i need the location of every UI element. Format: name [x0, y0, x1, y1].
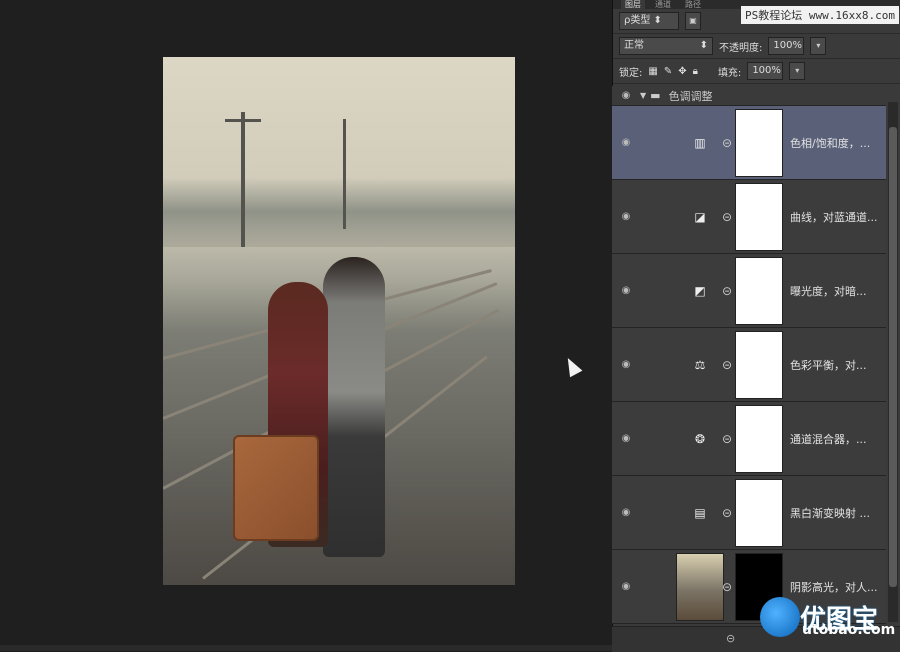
utility-pole: [343, 119, 346, 229]
layer-name: 通道混合器，...: [790, 432, 867, 446]
horizontal-scrollbar[interactable]: [0, 645, 612, 651]
opacity-dropdown-icon[interactable]: ▾: [810, 37, 827, 55]
group-expand-icon[interactable]: ▼: [640, 91, 646, 100]
link-icon[interactable]: ⊝: [722, 358, 732, 372]
layer-mask-thumbnail[interactable]: [735, 182, 783, 251]
filter-label: ρ类型: [624, 15, 651, 26]
exposure-icon: ◩: [694, 283, 706, 298]
utility-pole: [241, 112, 245, 247]
visibility-eye-icon[interactable]: ◉: [612, 90, 640, 101]
layer-name: 色彩平衡，对...: [790, 358, 867, 372]
link-icon[interactable]: ⊝: [722, 432, 732, 446]
layer-mask-thumbnail[interactable]: [735, 330, 783, 399]
blend-row: 正常 ⬍ 不透明度: 100% ▾: [613, 34, 900, 59]
photo-haze: [163, 177, 515, 247]
lock-move-icon[interactable]: ✥: [678, 66, 686, 77]
layers-list: ◉ ▼ ▬ 色调调整 ◉ ▥ ⊝ 色相/饱和度，... ◉ ◪ ⊝ 曲线，对蓝通…: [612, 86, 886, 626]
layer-mask-thumbnail[interactable]: [735, 256, 783, 325]
lock-paint-icon[interactable]: ✎: [664, 66, 672, 77]
man-figure: [323, 257, 385, 557]
suitcase: [233, 435, 319, 541]
watermark-text: PS教程论坛 www.16xx8.com: [741, 6, 899, 24]
fill-dropdown-icon[interactable]: ▾: [789, 62, 806, 80]
scrollbar-thumb[interactable]: [889, 127, 897, 587]
opacity-label: 不透明度:: [719, 42, 763, 54]
opacity-input[interactable]: 100%: [768, 37, 805, 55]
utility-pole-bar: [225, 119, 261, 122]
mouse-cursor-icon: [561, 354, 583, 378]
lock-transparent-icon[interactable]: ▦: [648, 66, 657, 77]
logo-bird-icon: [760, 597, 800, 637]
lock-label: 锁定:: [619, 67, 643, 79]
tab-layers[interactable]: 图层: [621, 0, 645, 9]
link-icon[interactable]: ⊝: [722, 580, 732, 594]
document-canvas[interactable]: [0, 0, 612, 651]
layer-row[interactable]: ◉ ◪ ⊝ 曲线，对蓝通道...: [612, 180, 886, 254]
layer-name: 曲线，对蓝通道...: [790, 210, 878, 224]
link-icon[interactable]: ⊝: [722, 210, 732, 224]
filter-pixel-icon[interactable]: ▣: [685, 12, 701, 30]
layer-row[interactable]: ◉ ❂ ⊝ 通道混合器，...: [612, 402, 886, 476]
visibility-eye-icon[interactable]: ◉: [612, 211, 640, 222]
layer-mask-thumbnail[interactable]: [735, 108, 783, 177]
fill-label: 填充:: [717, 67, 742, 79]
visibility-eye-icon[interactable]: ◉: [612, 507, 640, 518]
link-icon[interactable]: ⊝: [722, 284, 732, 298]
visibility-eye-icon[interactable]: ◉: [612, 359, 640, 370]
tab-channels[interactable]: 通道: [651, 0, 675, 9]
visibility-eye-icon[interactable]: ◉: [612, 137, 640, 148]
lock-row: 锁定: ▦ ✎ ✥ 🔒︎ 填充: 100% ▾: [613, 59, 900, 84]
photo-thumbnail[interactable]: [676, 552, 724, 621]
layer-name: 黑白渐变映射 ...: [790, 506, 870, 520]
blend-mode-value: 正常: [624, 40, 644, 51]
layer-name: 色相/饱和度，...: [790, 136, 871, 150]
tab-paths[interactable]: 路径: [681, 0, 705, 9]
group-name: 色调调整: [668, 89, 713, 103]
layer-row[interactable]: ◉ ▥ ⊝ 色相/饱和度，...: [612, 106, 886, 180]
layer-name: 曝光度，对暗...: [790, 284, 867, 298]
visibility-eye-icon[interactable]: ◉: [612, 285, 640, 296]
logo-text-en: utobao.com: [802, 622, 896, 638]
layer-row[interactable]: ◉ ◩ ⊝ 曝光度，对暗...: [612, 254, 886, 328]
layer-mask-thumbnail[interactable]: [735, 478, 783, 547]
lock-all-icon[interactable]: 🔒︎: [693, 66, 698, 77]
layer-mask-thumbnail[interactable]: [735, 404, 783, 473]
layers-scrollbar[interactable]: [888, 102, 898, 622]
visibility-eye-icon[interactable]: ◉: [612, 581, 640, 592]
link-layers-icon[interactable]: ⊝: [726, 632, 735, 645]
photo-couple-railway: [163, 57, 515, 585]
curves-icon: ◪: [694, 209, 706, 224]
blend-mode-select[interactable]: 正常 ⬍: [619, 37, 713, 55]
layer-group[interactable]: ◉ ▼ ▬ 色调调整: [612, 86, 886, 106]
link-icon[interactable]: ⊝: [722, 136, 732, 150]
layer-filter-select[interactable]: ρ类型 ⬍: [619, 12, 679, 30]
hue-saturation-icon: ▥: [694, 135, 706, 150]
site-logo: 优图宝 utobao.com: [760, 592, 895, 642]
gradient-map-icon: ▤: [694, 505, 706, 520]
link-icon[interactable]: ⊝: [722, 506, 732, 520]
layer-row[interactable]: ◉ ▤ ⊝ 黑白渐变映射 ...: [612, 476, 886, 550]
fill-input[interactable]: 100%: [747, 62, 784, 80]
layer-row[interactable]: ◉ ⚖ ⊝ 色彩平衡，对...: [612, 328, 886, 402]
channel-mixer-icon: ❂: [694, 431, 706, 446]
visibility-eye-icon[interactable]: ◉: [612, 433, 640, 444]
color-balance-icon: ⚖: [694, 357, 706, 372]
folder-icon: ▬: [650, 89, 661, 102]
